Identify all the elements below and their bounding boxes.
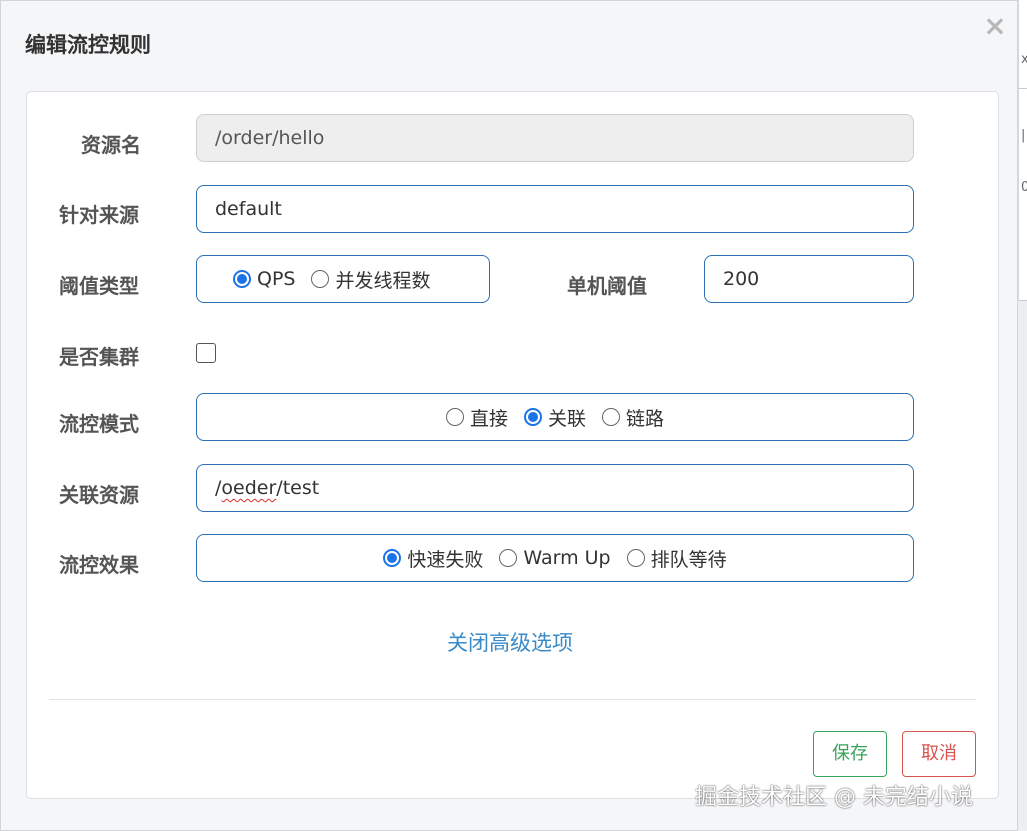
dialog-title: 编辑流控规则 [25,33,151,57]
behavior-option-warm-up[interactable]: Warm Up [499,547,611,569]
background-text: x [1021,52,1027,67]
radio-selected-icon[interactable] [383,549,402,567]
strategy-option-chain[interactable]: 链路 [602,404,664,431]
radio-icon[interactable] [445,408,464,426]
background-text: 0 [1021,180,1027,195]
grade-radio-group: QPS 并发线程数 [196,255,490,303]
toggle-advanced-options-link[interactable]: 关闭高级选项 [1,627,1019,657]
grade-label: 阈值类型 [59,274,139,298]
watermark: 掘金技术社区 @ 未完结小说 [695,785,973,810]
strategy-label: 流控模式 [59,412,139,436]
strategy-option-label: 链路 [626,407,665,430]
background-text: | [1021,128,1026,143]
limit-app-label: 针对来源 [59,203,139,227]
radio-selected-icon[interactable] [523,408,542,426]
limit-app-input[interactable]: default [196,185,914,233]
grade-option-qps[interactable]: QPS [233,268,295,290]
radio-icon[interactable] [311,270,330,288]
ref-resource-input[interactable]: /oeder/test [196,464,914,512]
behavior-option-label: Warm Up [523,547,611,569]
control-behavior-radio-group: 快速失败 Warm Up 排队等待 [196,534,914,582]
radio-icon[interactable] [499,549,518,567]
grade-option-thread[interactable]: 并发线程数 [311,266,431,293]
strategy-option-label: 直接 [469,407,508,430]
strategy-option-label: 关联 [547,407,586,430]
background-line [1019,300,1027,301]
control-behavior-label: 流控效果 [59,553,139,577]
strategy-option-relate[interactable]: 关联 [523,404,586,431]
radio-icon[interactable] [602,408,620,426]
behavior-option-queue[interactable]: 排队等待 [626,545,727,572]
strategy-option-direct[interactable]: 直接 [445,404,508,431]
behavior-option-label: 排队等待 [650,548,727,571]
threshold-label: 单机阈值 [567,274,647,298]
threshold-input[interactable]: 200 [704,255,914,303]
edit-flow-rule-dialog: 编辑流控规则 × 资源名 /order/hello 针对来源 default 阈… [0,0,1018,831]
spellcheck-misspelled-word: oeder [221,477,277,499]
close-icon[interactable]: × [982,11,1008,41]
grade-option-label: 并发线程数 [335,269,431,292]
cluster-label: 是否集群 [59,345,139,369]
background-line [1019,88,1027,89]
footer-divider [49,699,976,700]
behavior-option-fast-fail[interactable]: 快速失败 [383,545,483,572]
radio-selected-icon[interactable] [233,270,251,288]
ref-resource-label: 关联资源 [59,483,139,507]
save-button[interactable]: 保存 [813,731,887,777]
radio-icon[interactable] [626,549,645,567]
cancel-button[interactable]: 取消 [902,731,976,777]
background-page: x | 0 [1018,0,1027,301]
behavior-option-label: 快速失败 [407,548,484,571]
resource-name-input[interactable]: /order/hello [196,114,914,162]
ref-resource-value-suffix: /test [276,477,320,499]
grade-option-label: QPS [257,268,296,290]
strategy-radio-group: 直接 关联 链路 [196,393,914,441]
resource-name-label: 资源名 [81,133,141,157]
cluster-checkbox[interactable] [196,343,216,363]
